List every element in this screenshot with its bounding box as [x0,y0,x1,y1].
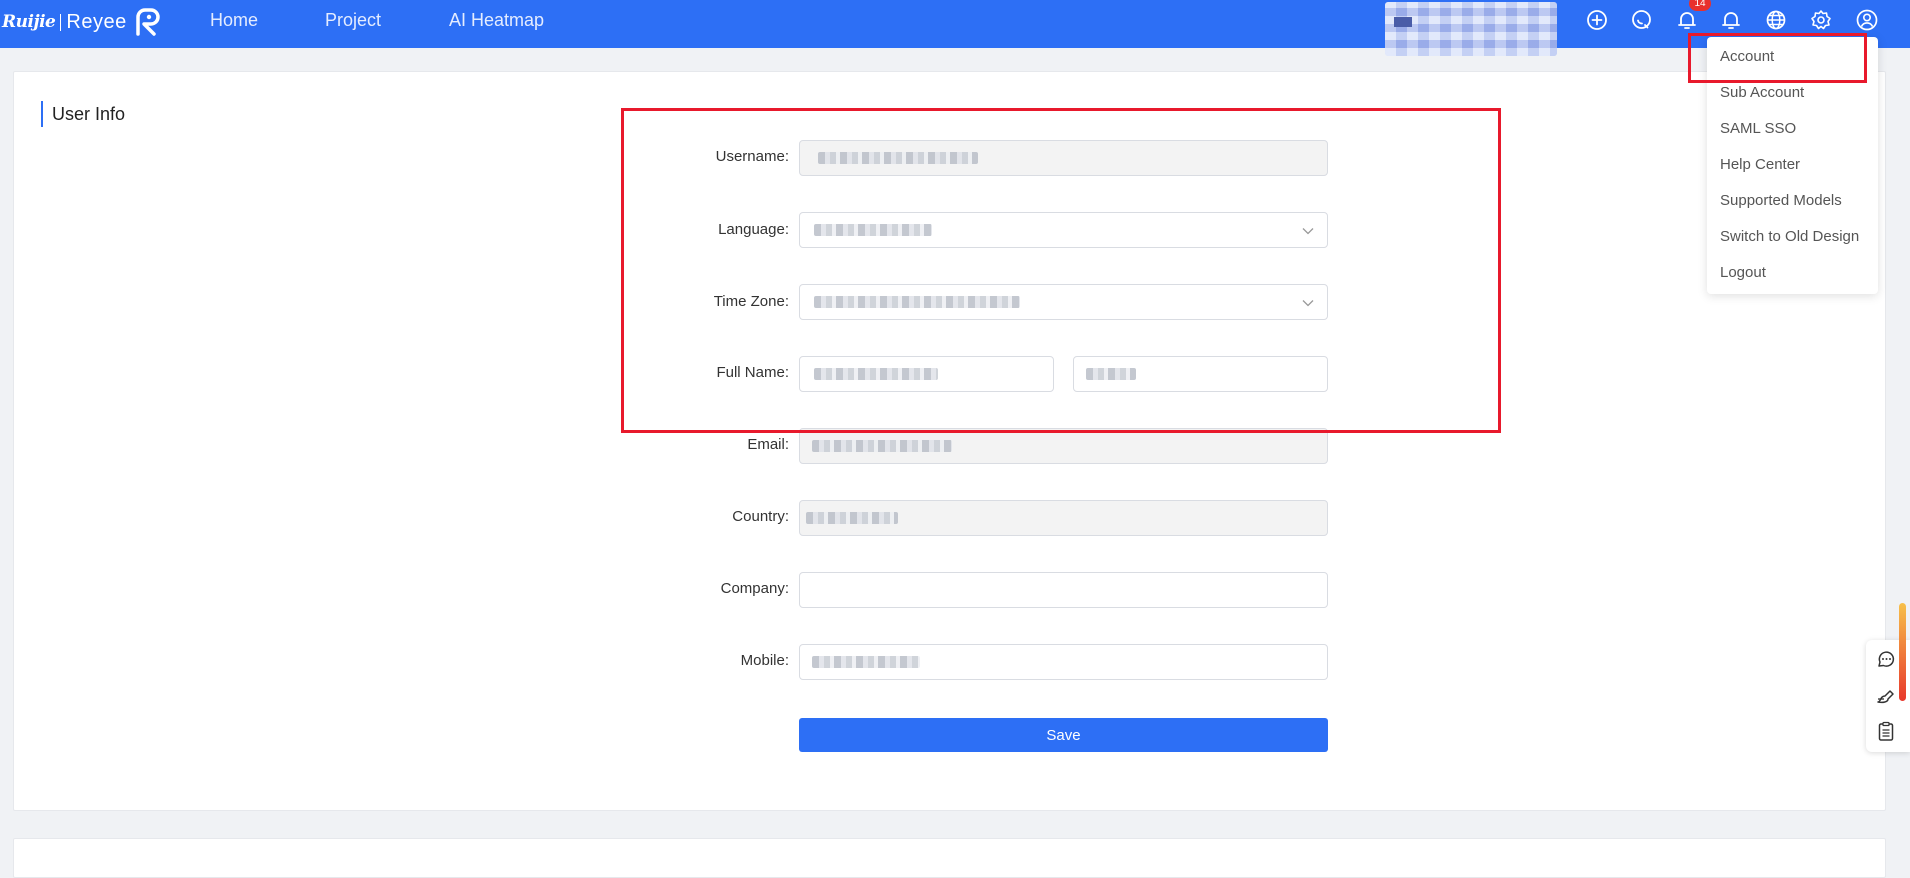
menu-item-sub-account[interactable]: Sub Account [1720,83,1804,103]
nav-home[interactable]: Home [210,0,258,40]
side-scroll-indicator[interactable] [1899,603,1906,701]
project-selector[interactable] [1385,2,1557,56]
menu-item-logout[interactable]: Logout [1720,263,1766,283]
nav-project[interactable]: Project [325,0,381,40]
menu-item-supported-models[interactable]: Supported Models [1720,191,1842,211]
chevron-down-icon [1302,228,1314,235]
full-name-label: Full Name: [716,364,789,381]
brand-name-ruijie: Ruijie [2,12,56,32]
menu-item-switch-old-design[interactable]: Switch to Old Design [1720,227,1859,247]
brand-separator [60,13,62,31]
email-label: Email: [747,436,789,453]
chat-icon[interactable] [1875,649,1897,671]
username-label: Username: [715,148,789,165]
language-select[interactable] [799,212,1328,248]
bell-icon[interactable] [1720,9,1742,31]
brand-cloud-icon [135,8,160,36]
gear-icon[interactable] [1810,9,1832,31]
add-circle-icon[interactable] [1586,9,1608,31]
company-label: Company: [720,580,789,597]
nav-ai-heatmap[interactable]: AI Heatmap [449,0,544,40]
mobile-input[interactable] [799,644,1328,680]
menu-item-saml-sso[interactable]: SAML SSO [1720,119,1796,139]
username-field [799,140,1328,176]
email-field [799,428,1328,464]
notification-badge: 14 [1689,0,1711,11]
country-label: Country: [732,508,789,525]
feedback-pen-icon[interactable] [1875,684,1897,706]
mobile-label: Mobile: [740,652,789,669]
account-dropdown-menu: Account Sub Account SAML SSO Help Center… [1707,37,1878,294]
company-input[interactable] [799,572,1328,608]
secondary-card [13,838,1886,878]
save-button[interactable]: Save [799,718,1328,752]
clipboard-icon[interactable] [1875,720,1897,742]
first-name-input[interactable] [799,356,1054,392]
globe-icon[interactable] [1765,9,1787,31]
section-title: User Info [41,101,125,127]
brand-name-reyee: Reyee [66,10,127,33]
language-label: Language: [718,221,789,238]
user-circle-icon[interactable] [1856,9,1878,31]
bell-icon[interactable] [1676,9,1698,31]
top-navbar: Ruijie Reyee Home Project AI Heatmap 14 [0,0,1910,56]
last-name-input[interactable] [1073,356,1328,392]
search-icon[interactable] [1631,9,1653,31]
menu-item-account[interactable]: Account [1720,47,1774,67]
country-field [799,500,1328,536]
time-zone-label: Time Zone: [713,293,789,310]
menu-item-help-center[interactable]: Help Center [1720,155,1800,175]
brand-logo[interactable]: Ruijie Reyee [2,2,163,42]
time-zone-select[interactable] [799,284,1328,320]
chevron-down-icon [1302,300,1314,307]
